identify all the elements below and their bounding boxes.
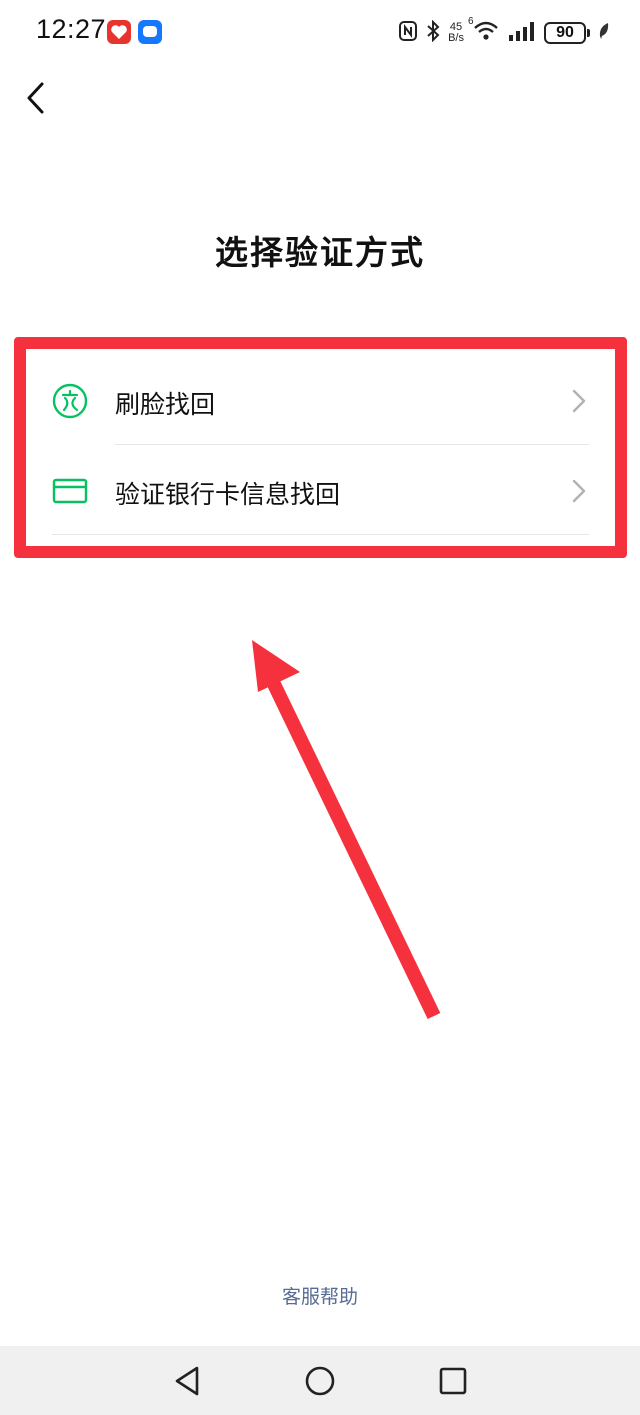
leaf-icon <box>598 22 610 44</box>
circle-home-icon <box>305 1366 335 1396</box>
nav-recents-button[interactable] <box>435 1363 471 1399</box>
battery-icon: 90 <box>544 22 590 44</box>
signal-icon <box>508 20 536 46</box>
chevron-left-icon <box>27 82 44 114</box>
status-bar: 12:27 45 B/s 6 90 <box>0 0 640 66</box>
net-speed: 45 B/s <box>448 22 464 44</box>
nfc-icon <box>398 20 418 46</box>
system-nav-bar <box>0 1346 640 1415</box>
annotation-highlight-box <box>14 337 627 558</box>
red-app-icon <box>107 20 131 44</box>
wifi-icon: 6 <box>468 16 500 46</box>
blue-app-icon <box>138 20 162 44</box>
annotation-arrow <box>252 640 441 1020</box>
page-title: 选择验证方式 <box>215 233 425 272</box>
triangle-back-icon <box>175 1366 199 1396</box>
back-button[interactable] <box>20 80 54 116</box>
network-label: 6 <box>468 16 474 27</box>
nav-home-button[interactable] <box>302 1363 338 1399</box>
bluetooth-icon <box>426 19 440 46</box>
customer-service-help-link[interactable]: 客服帮助 <box>0 1282 640 1309</box>
page: 12:27 45 B/s 6 90 选择验证方式 刷脸找回 验证银行卡信息找回 … <box>0 0 640 1415</box>
status-icons: 45 B/s 6 90 <box>398 16 610 49</box>
net-speed-unit: B/s <box>448 32 464 44</box>
square-recents-icon <box>439 1367 467 1395</box>
nav-back-button[interactable] <box>170 1363 206 1399</box>
status-time: 12:27 <box>36 14 107 44</box>
